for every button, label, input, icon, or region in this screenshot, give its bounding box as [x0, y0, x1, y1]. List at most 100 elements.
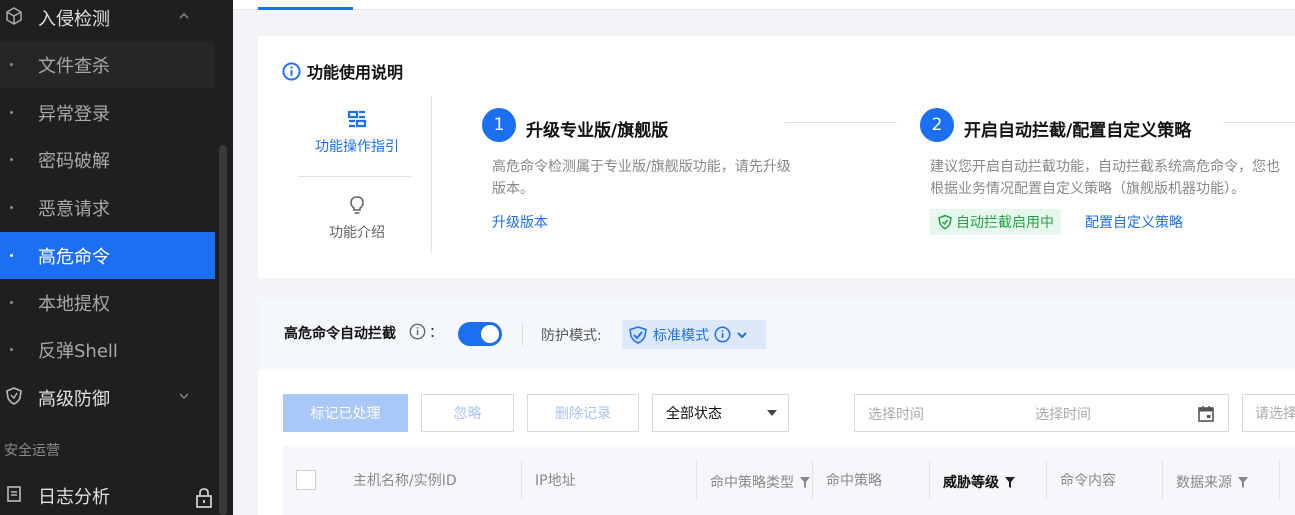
shield-check-icon — [629, 325, 647, 344]
calendar-icon — [1198, 406, 1214, 422]
desc-line: 高危命令检测属于专业版/旗舰版功能，请先升级 — [492, 159, 791, 175]
auto-block-config-bar: 高危命令自动拦截 ： 防护模式: 标准模式 — [258, 298, 1295, 370]
sidebar-item-local-privilege[interactable]: 本地提权 — [0, 279, 215, 326]
step-2-number: 2 — [920, 108, 954, 142]
sidebar-item-label: 入侵检测 — [38, 8, 110, 30]
sidebar-item-log-analysis[interactable]: 日志分析 — [0, 472, 215, 515]
sidebar-item-label: 反弹Shell — [38, 340, 118, 362]
status-select-value: 全部状态 — [666, 406, 722, 422]
sidebar-item-password-crack[interactable]: 密码破解 — [0, 136, 215, 183]
colon: ： — [429, 325, 443, 341]
lightbulb-icon — [350, 196, 364, 214]
sidebar-item-advanced-defense[interactable]: 高级防御 — [0, 374, 215, 421]
sidebar-item-abnormal-login[interactable]: 异常登录 — [0, 89, 215, 136]
bullet-dot — [10, 63, 13, 66]
delete-records-button[interactable]: 删除记录 — [527, 394, 639, 432]
shield-check-icon — [938, 214, 952, 230]
info-icon — [282, 61, 301, 81]
divider — [298, 176, 412, 177]
date-end-input[interactable]: 选择时间 — [1035, 404, 1091, 424]
top-tab-bar — [233, 0, 1295, 10]
configure-custom-policy-link[interactable]: 配置自定义策略 — [1085, 212, 1183, 232]
bullet-dot — [10, 254, 13, 257]
sidebar-item-label: 高级防御 — [38, 388, 110, 410]
card-title-text: 功能使用说明 — [307, 63, 404, 82]
chevron-down-icon — [179, 393, 189, 400]
tab-operation-guide[interactable]: 功能操作指引 — [298, 108, 416, 156]
card-title: 功能使用说明 — [282, 59, 403, 83]
sidebar-item-label: 文件查杀 — [38, 55, 110, 77]
column-divider — [1046, 460, 1047, 500]
step-2-title: 开启自动拦截/配置自定义策略 — [964, 121, 1192, 141]
info-icon — [714, 326, 731, 343]
step-connector — [785, 122, 897, 123]
filter-icon[interactable] — [1005, 476, 1015, 488]
protection-mode-value: 标准模式 — [653, 327, 709, 344]
info-icon[interactable] — [409, 323, 426, 340]
chevron-down-icon — [737, 331, 747, 338]
sidebar-item-malicious-request[interactable]: 恶意请求 — [0, 184, 215, 231]
feature-guide-card: 功能使用说明 功能操作指引 功能介绍 1 升级专业版/旗舰版 高危命令检测属于专… — [258, 36, 1295, 278]
upgrade-version-link[interactable]: 升级版本 — [492, 212, 548, 232]
column-header-threat-level[interactable]: 威胁等级 — [943, 472, 1015, 492]
header-label: IP地址 — [535, 473, 576, 489]
sidebar-item-file-scan[interactable]: 文件查杀 — [0, 41, 215, 88]
date-range-picker[interactable]: 选择时间 选择时间 — [854, 394, 1229, 432]
select-all-checkbox[interactable] — [296, 470, 316, 490]
date-start-input[interactable]: 选择时间 — [868, 404, 924, 424]
bullet-dot — [10, 301, 13, 304]
column-header-host[interactable]: 主机名称/实例ID — [353, 470, 457, 490]
divider — [522, 322, 523, 346]
badge-text: 自动拦截启用中 — [956, 215, 1054, 231]
records-table-card: 标记已处理 忽略 删除记录 全部状态 选择时间 选择时间 请选择 主机名称/实例… — [258, 370, 1295, 515]
sidebar-item-label: 密码破解 — [38, 150, 110, 172]
auto-block-status-badge: 自动拦截启用中 — [930, 209, 1061, 235]
column-header-policy[interactable]: 命中策略 — [826, 470, 882, 490]
mark-processed-button[interactable]: 标记已处理 — [283, 394, 408, 432]
search-select[interactable]: 请选择 — [1242, 394, 1295, 432]
sidebar: 入侵检测 文件查杀 异常登录 密码破解 恶意请求 高危命令 本地提权 反弹She… — [0, 0, 233, 515]
column-header-policy-type[interactable]: 命中策略类型 — [710, 472, 810, 492]
document-icon — [7, 486, 21, 502]
filter-icon[interactable] — [1238, 476, 1248, 488]
header-label: 命令内容 — [1060, 473, 1116, 489]
sidebar-item-label: 恶意请求 — [38, 198, 110, 220]
header-label: 命中策略类型 — [710, 475, 794, 491]
sidebar-item-reverse-shell[interactable]: 反弹Shell — [0, 326, 215, 373]
bullet-dot — [10, 158, 13, 161]
sidebar-group-title: 安全运营 — [4, 443, 60, 459]
header-label: 威胁等级 — [943, 475, 999, 491]
column-header-command[interactable]: 命令内容 — [1060, 470, 1116, 490]
bullet-dot — [10, 111, 13, 114]
tab-label: 功能操作指引 — [315, 139, 399, 155]
column-divider — [696, 460, 697, 500]
auto-block-toggle[interactable] — [458, 322, 502, 346]
header-label: 命中策略 — [826, 473, 882, 489]
column-divider — [521, 460, 522, 500]
sidebar-item-intrusion-detection[interactable]: 入侵检测 — [0, 0, 215, 41]
status-select[interactable]: 全部状态 — [652, 394, 789, 432]
active-tab-indicator — [258, 7, 353, 10]
desc-line: 版本。 — [492, 181, 534, 197]
ignore-button[interactable]: 忽略 — [421, 394, 514, 432]
column-header-ip[interactable]: IP地址 — [535, 470, 576, 490]
sidebar-scrollbar[interactable] — [219, 145, 227, 515]
desc-line: 根据业务情况配置自定义策略（旗舰版机器功能）。 — [930, 181, 1245, 197]
bullet-dot — [10, 348, 13, 351]
protection-mode-dropdown[interactable]: 标准模式 — [622, 320, 766, 349]
sidebar-item-high-risk-command[interactable]: 高危命令 — [0, 232, 215, 279]
auto-block-label: 高危命令自动拦截 — [284, 326, 396, 342]
column-divider — [1162, 460, 1163, 500]
protection-mode-label: 防护模式: — [541, 328, 602, 344]
step-1-title: 升级专业版/旗舰版 — [526, 121, 669, 141]
bullet-dot — [10, 206, 13, 209]
cube-icon — [6, 7, 22, 25]
step-connector — [1223, 122, 1295, 123]
column-divider — [929, 460, 930, 500]
column-header-data-source[interactable]: 数据来源 — [1176, 472, 1248, 492]
steps-icon — [347, 110, 367, 128]
header-label: 主机名称/实例ID — [353, 473, 457, 489]
filter-icon[interactable] — [800, 476, 810, 488]
lock-icon — [196, 488, 212, 508]
tab-feature-intro[interactable]: 功能介绍 — [298, 194, 416, 242]
